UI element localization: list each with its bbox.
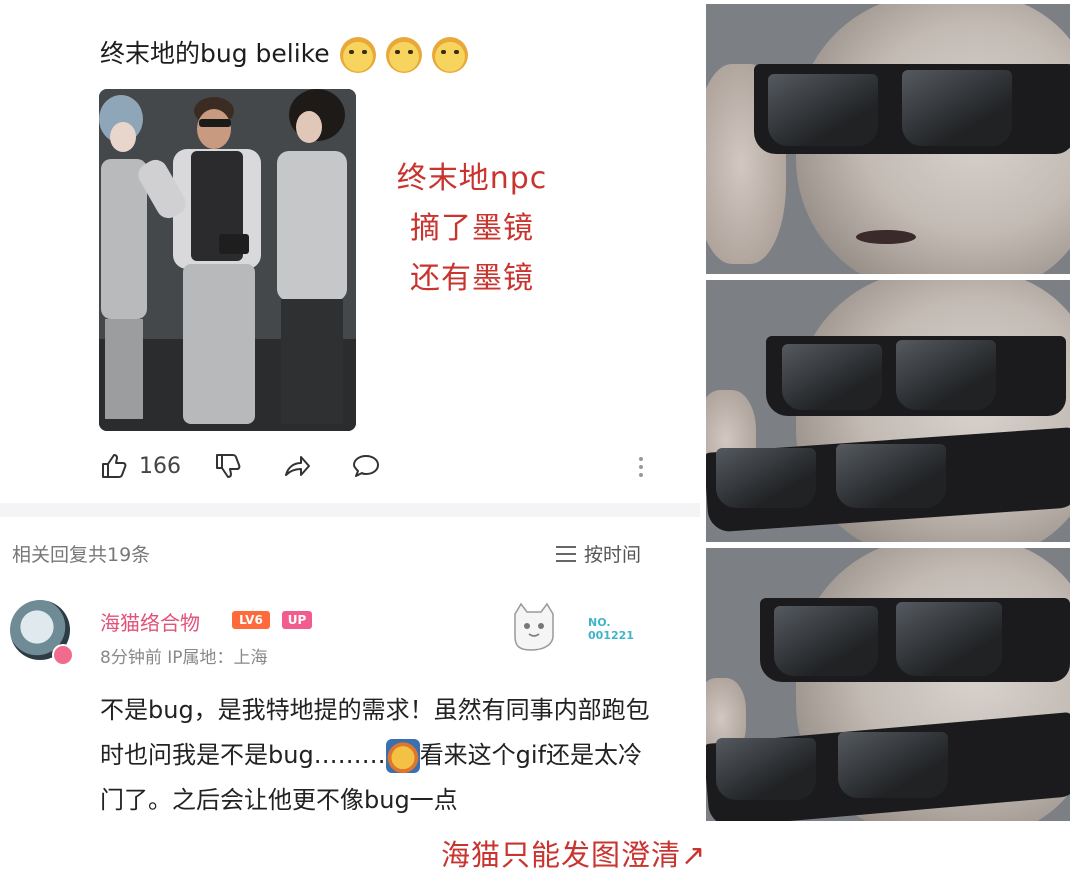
caption-line-3: 还有墨镜 bbox=[410, 261, 534, 296]
up-badge: UP bbox=[282, 611, 312, 629]
section-divider bbox=[0, 503, 700, 517]
username[interactable]: 海猫络合物 bbox=[100, 607, 200, 636]
sort-label: 按时间 bbox=[584, 544, 642, 566]
sort-button[interactable]: 按时间 bbox=[554, 540, 641, 567]
replies-count: 相关回复共19条 bbox=[12, 544, 151, 566]
comment-time: 8分钟前 bbox=[100, 648, 162, 668]
meme-panel-1 bbox=[706, 4, 1070, 274]
thumbs-down-icon bbox=[216, 454, 241, 478]
post-image[interactable] bbox=[99, 89, 356, 431]
share-arrow-icon bbox=[285, 456, 310, 476]
crying-emoji-icon bbox=[385, 739, 420, 773]
caption-line-1: 终末地npc bbox=[396, 161, 548, 196]
ip-location: IP属地：上海 bbox=[167, 648, 268, 668]
comment-text: 不是bug，是我特地提的需求！虽然有同事内部跑包时也问我是不是bug……… 看来这… bbox=[100, 696, 650, 814]
comment-meta: 8分钟前 IP属地：上海 bbox=[100, 643, 268, 668]
like-count: 166 bbox=[139, 453, 181, 479]
meme-panels bbox=[706, 0, 1080, 876]
like-button[interactable]: 166 bbox=[99, 448, 181, 484]
level-badge: LV6 bbox=[232, 611, 270, 629]
doge-emoji-icon bbox=[385, 37, 422, 73]
post-title: 终末地的bug belike bbox=[100, 34, 468, 73]
caption-line-2: 摘了墨镜 bbox=[410, 211, 534, 246]
sort-lines-icon bbox=[556, 545, 576, 562]
share-button[interactable] bbox=[282, 448, 312, 484]
more-options-icon[interactable] bbox=[634, 453, 648, 483]
doge-emoji-icon bbox=[339, 37, 376, 73]
avatar-badge-icon bbox=[52, 644, 74, 666]
fan-cat-icon bbox=[514, 602, 554, 651]
doge-emoji-icon bbox=[431, 37, 468, 73]
meme-panel-2 bbox=[706, 280, 1070, 542]
thumbs-up-icon bbox=[102, 454, 127, 478]
speech-bubble-icon bbox=[353, 455, 379, 477]
post-screenshot: 终末地的bug belike 终末地npc 摘了墨镜 还有墨镜 166 相关回复… bbox=[0, 0, 705, 876]
meme-panel-3 bbox=[706, 548, 1070, 821]
fan-badge-number: NO. 001221 bbox=[588, 616, 634, 642]
annotation-text: 海猫只能发图澄清↗ bbox=[441, 838, 707, 872]
dislike-button[interactable] bbox=[213, 448, 243, 484]
comment-button[interactable] bbox=[351, 448, 381, 484]
